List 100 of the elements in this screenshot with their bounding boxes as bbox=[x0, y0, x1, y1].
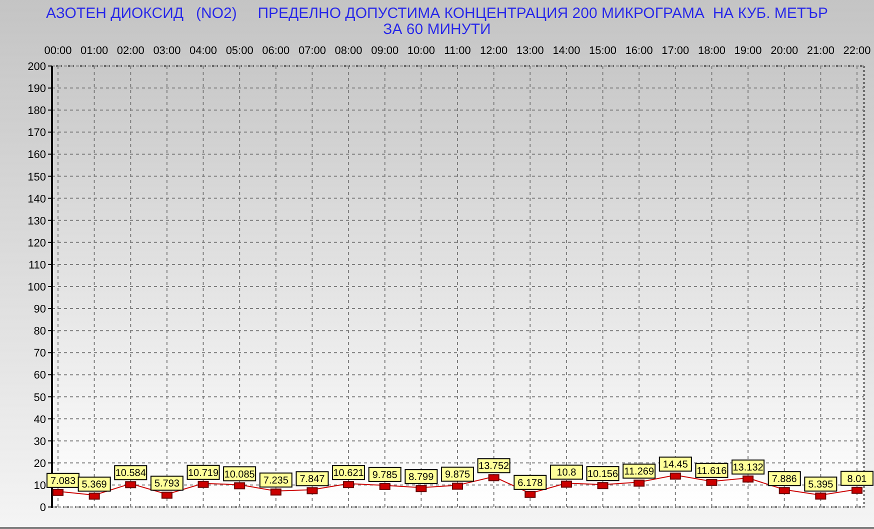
data-point bbox=[234, 482, 246, 490]
y-tick-label: 60 bbox=[34, 370, 46, 382]
data-point bbox=[88, 492, 100, 500]
data-point bbox=[270, 488, 282, 496]
value-label: 7.235 bbox=[259, 472, 292, 488]
x-tick-label: 14:00 bbox=[552, 45, 580, 57]
data-label: 10.156 bbox=[587, 469, 618, 480]
x-tick-label: 17:00 bbox=[662, 45, 690, 57]
y-tick-label: 150 bbox=[28, 171, 46, 184]
y-tick-label: 70 bbox=[34, 348, 46, 360]
value-label: 14.45 bbox=[658, 456, 692, 472]
data-label: 6.178 bbox=[518, 478, 544, 489]
x-tick-label: 01:00 bbox=[80, 45, 108, 57]
value-label: 13.752 bbox=[477, 458, 510, 474]
x-tick-label: 05:00 bbox=[226, 45, 254, 57]
chart-title: ЗА 60 МИНУТИ bbox=[383, 22, 491, 38]
data-point bbox=[306, 487, 318, 494]
data-point bbox=[416, 485, 427, 492]
value-label: 11.616 bbox=[695, 462, 728, 478]
data-point bbox=[560, 480, 572, 488]
value-label: 10.621 bbox=[332, 465, 366, 480]
y-tick-label: 90 bbox=[34, 304, 46, 316]
y-tick-label: 140 bbox=[28, 193, 46, 206]
data-point bbox=[706, 478, 718, 486]
x-tick-label: 12:00 bbox=[480, 45, 508, 57]
value-label: 7.886 bbox=[768, 471, 801, 486]
value-label: 10.156 bbox=[586, 466, 620, 482]
data-label: 11.616 bbox=[696, 466, 728, 477]
value-label: 10.584 bbox=[114, 465, 148, 480]
y-tick-label: 50 bbox=[34, 392, 46, 404]
data-label: 10.8 bbox=[556, 468, 577, 479]
value-label: 10.8 bbox=[550, 464, 583, 480]
value-label: 7.083 bbox=[46, 472, 80, 488]
x-tick-label: 16:00 bbox=[625, 45, 653, 57]
y-tick-label: 130 bbox=[28, 215, 46, 228]
data-label: 10.584 bbox=[115, 468, 146, 480]
data-point bbox=[125, 481, 136, 488]
data-label: 10.621 bbox=[333, 468, 364, 480]
data-label: 9.875 bbox=[444, 470, 470, 481]
y-tick-label: 80 bbox=[34, 326, 46, 338]
x-tick-label: 07:00 bbox=[298, 45, 326, 57]
y-tick-label: 0 bbox=[40, 502, 46, 514]
x-tick-label: 08:00 bbox=[334, 45, 362, 57]
data-label: 7.886 bbox=[772, 474, 798, 486]
y-tick-label: 200 bbox=[28, 61, 46, 73]
value-label: 9.875 bbox=[441, 466, 474, 482]
data-point bbox=[198, 480, 209, 488]
x-tick-label: 09:00 bbox=[371, 45, 399, 57]
data-label: 10.719 bbox=[188, 468, 219, 479]
data-label: 13.752 bbox=[478, 461, 510, 472]
value-label: 10.085 bbox=[223, 466, 256, 482]
x-tick-label: 03:00 bbox=[153, 45, 181, 57]
x-tick-label: 18:00 bbox=[698, 45, 726, 57]
data-point bbox=[161, 492, 172, 499]
data-point bbox=[597, 482, 608, 490]
y-tick-label: 110 bbox=[28, 259, 46, 272]
y-tick-label: 20 bbox=[34, 458, 46, 470]
data-point bbox=[343, 481, 354, 488]
data-label: 7.235 bbox=[263, 476, 289, 487]
value-label: 8.799 bbox=[404, 469, 438, 484]
data-point bbox=[815, 492, 826, 500]
chart-title: АЗОТЕН ДИОКСИД (NO2) ПРЕДЕЛНО ДОПУСТИМА КОНЦЕНТРАЦИЯ 200 МИКРОГРАМА НА КУБ. МЕТЪР bbox=[46, 6, 828, 22]
y-tick-label: 120 bbox=[28, 237, 46, 250]
x-tick-label: 22:00 bbox=[843, 45, 871, 57]
y-tick-label: 40 bbox=[34, 414, 46, 426]
data-point bbox=[379, 482, 390, 490]
y-tick-label: 100 bbox=[28, 282, 46, 294]
data-label: 8.01 bbox=[847, 474, 868, 485]
x-tick-label: 15:00 bbox=[589, 45, 617, 57]
x-tick-label: 19:00 bbox=[734, 45, 762, 57]
data-point bbox=[852, 486, 862, 494]
value-label: 7.847 bbox=[296, 471, 329, 486]
y-tick-label: 160 bbox=[28, 149, 46, 162]
data-label: 7.083 bbox=[50, 476, 76, 487]
y-tick-label: 190 bbox=[28, 83, 46, 96]
value-label: 5.395 bbox=[804, 476, 838, 492]
x-tick-label: 04:00 bbox=[190, 45, 218, 57]
data-point bbox=[634, 480, 645, 487]
x-tick-label: 13:00 bbox=[516, 45, 544, 57]
data-label: 14.45 bbox=[662, 460, 688, 471]
y-tick-label: 170 bbox=[28, 127, 46, 140]
data-label: 11.269 bbox=[624, 466, 654, 478]
x-tick-label: 11:00 bbox=[444, 45, 471, 57]
x-tick-label: 21:00 bbox=[806, 45, 834, 57]
data-label: 5.369 bbox=[82, 480, 108, 491]
data-point bbox=[670, 472, 681, 480]
y-tick-label: 10 bbox=[34, 480, 46, 492]
data-label: 5.395 bbox=[808, 480, 834, 491]
data-point bbox=[488, 474, 500, 482]
x-tick-label: 06:00 bbox=[262, 45, 290, 57]
x-tick-label: 00:00 bbox=[44, 45, 72, 57]
data-label: 9.785 bbox=[372, 470, 398, 481]
data-point bbox=[778, 487, 790, 494]
data-point bbox=[524, 490, 536, 498]
data-point bbox=[52, 488, 64, 496]
data-label: 5.793 bbox=[154, 478, 180, 490]
x-tick-label: 10:00 bbox=[407, 45, 435, 57]
data-point bbox=[452, 482, 463, 490]
value-label: 6.178 bbox=[514, 474, 547, 490]
data-label: 8.799 bbox=[408, 472, 434, 484]
